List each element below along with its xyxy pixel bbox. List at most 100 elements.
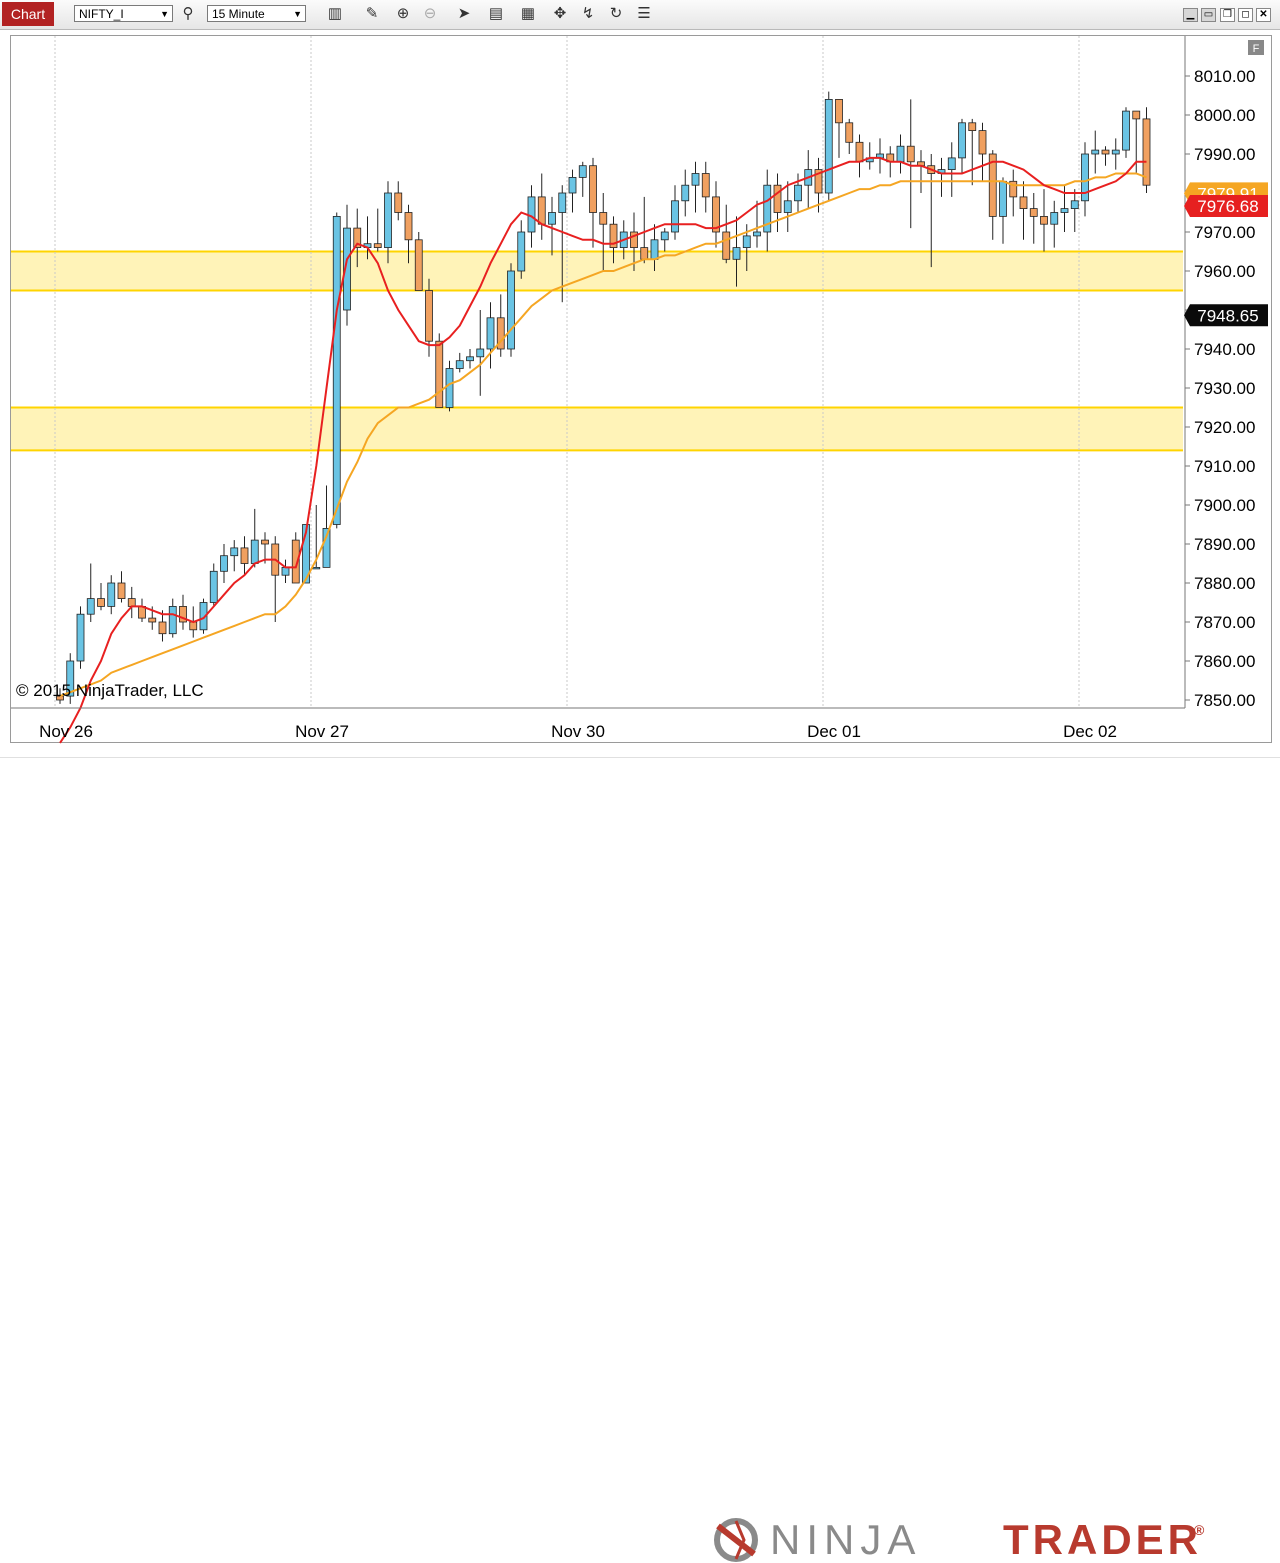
y-axis-tick-label: 7960.00 [1194,262,1255,281]
candle-down [589,165,597,213]
candle-up [455,360,464,369]
candle-down [97,598,105,607]
candle-up [732,247,741,260]
candle-down [117,582,126,600]
price-tag-red: 7976.68 [1184,194,1268,217]
candle-up [558,192,567,213]
candle-up [107,582,116,607]
candle-up [332,215,341,525]
copyright-text: © 2015 NinjaTrader, LLC [16,681,204,700]
candle-down [773,184,782,213]
price-chart[interactable]: Nov 26 Nov 27 Nov 30 Dec 01 Dec 02 7850.00 786… [0,0,1280,757]
candle-up [1122,110,1130,151]
y-axis-tick-label: 8000.00 [1194,106,1255,125]
candle-down [599,212,608,225]
candle-down [373,243,382,248]
candle-up [578,165,587,178]
price-tag-value: 7976.68 [1197,197,1258,216]
candle-up [1060,208,1069,213]
candle-down [1101,149,1110,155]
candle-down [722,231,731,260]
candle-up [1070,200,1079,210]
candle-up [250,539,259,564]
candle-down [701,173,710,198]
candle-up [999,180,1007,217]
candle-down [404,212,413,241]
candle-down [835,99,843,124]
y-axis-tick-label: 8010.00 [1194,67,1255,86]
candle-up [86,598,95,615]
candle-up [466,356,474,362]
candle-down [906,145,915,163]
candle-up [312,567,321,570]
y-axis-tick-label: 7920.00 [1194,418,1255,437]
frame-tag[interactable]: F [1248,40,1264,55]
candle-down [435,340,444,408]
candle-down [394,192,403,213]
candle-up [445,368,454,408]
ninjatrader-logo-icon [714,1518,758,1562]
price-tag-black: 7948.65 [1184,304,1268,327]
candle-up [230,547,239,557]
candle-up [1091,149,1100,155]
candle-up [1050,212,1059,225]
y-axis-tick-label: 7900.00 [1194,496,1255,515]
candle-up [517,231,526,272]
y-axis-tick-label: 7890.00 [1194,535,1255,554]
candle-down [240,547,249,564]
candle-down [158,621,167,635]
candle-down [1019,196,1028,209]
candle-down [1040,215,1048,225]
candle-up [660,231,669,241]
candle-down [978,130,987,155]
candle-up [568,176,577,194]
candle-down [1132,110,1141,120]
support-resistance-zone[interactable] [11,251,1183,291]
frame-tag-label: F [1253,43,1260,55]
y-axis-tick-label: 7930.00 [1194,379,1255,398]
y-axis-tick-label: 7850.00 [1194,691,1255,710]
candle-up [742,235,751,248]
candle-up [220,555,228,572]
candle-up [476,348,485,358]
candle-up [1111,149,1120,155]
candle-down [261,539,269,545]
brand-registered-mark: ® [1194,1522,1205,1538]
candle-down [537,196,546,225]
candle-down [189,621,198,631]
y-axis-tick-label: 7990.00 [1194,145,1255,164]
price-tag-value: 7948.65 [1197,306,1258,325]
x-axis-tick-label: Dec 02 [1063,722,1117,741]
candle-up [691,173,700,186]
y-axis-tick-label: 7970.00 [1194,223,1255,242]
candle-up [76,613,85,662]
candle-up [824,99,833,194]
candle-up [947,157,956,170]
support-resistance-zone[interactable] [11,407,1183,451]
candle-down [148,617,157,623]
brand-footer: NINJA TRADER ® [0,757,1280,1562]
candle-up [671,200,679,233]
candle-up [783,200,792,213]
candle-up [753,231,761,237]
candle-down [968,122,977,132]
y-axis-tick-label: 7870.00 [1194,613,1255,632]
x-axis-tick-label: Nov 30 [551,722,605,741]
candle-up [896,145,905,163]
candle-up [794,184,802,202]
y-axis-tick-label: 7860.00 [1194,652,1255,671]
candle-up [958,122,966,159]
candle-up [548,212,556,225]
candle-up [281,567,290,576]
candle-up [507,270,515,350]
y-axis-tick-label: 7940.00 [1194,340,1255,359]
candle-up [681,184,690,202]
candle-down [425,290,433,342]
candle-down [845,122,854,143]
y-axis-tick-label: 7880.00 [1194,574,1255,593]
x-axis-tick-label: Dec 01 [807,722,861,741]
y-axis-tick-label: 7910.00 [1194,457,1255,476]
candle-down [127,598,136,607]
brand-name-part2: TRADER [1003,1516,1202,1563]
brand-name-part1: NINJA [770,1516,922,1563]
